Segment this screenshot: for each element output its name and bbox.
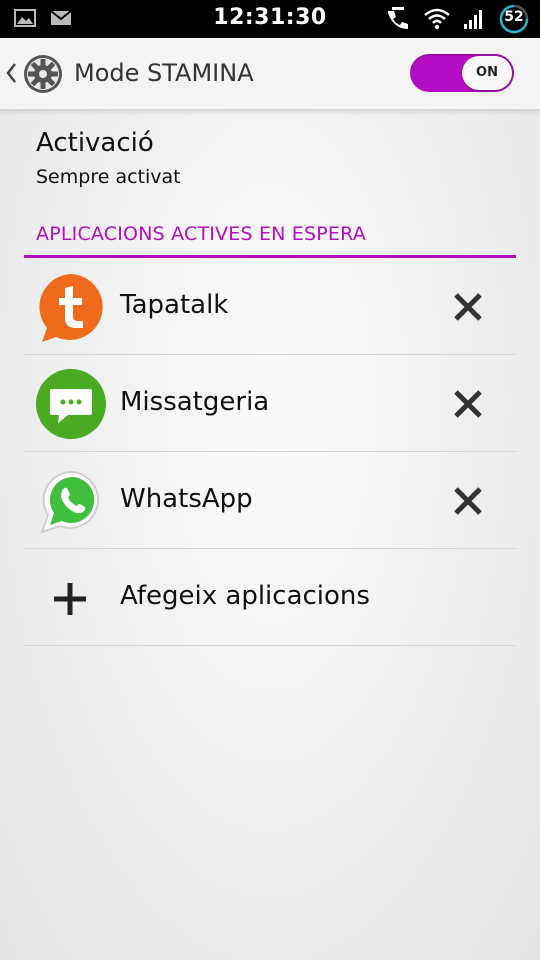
add-apps-label: Afegeix aplicacions — [120, 581, 370, 611]
back-caret-icon[interactable] — [5, 62, 17, 84]
list-item[interactable]: Tapatalk — [24, 258, 516, 355]
toggle-label: ON — [462, 56, 512, 90]
app-list: Tapatalk Missatgeria WhatsApp Afegeix ap… — [24, 258, 516, 646]
action-bar: Mode STAMINA ON — [0, 38, 540, 110]
battery-level: 52 — [504, 9, 524, 25]
battery-icon: 52 — [498, 4, 530, 34]
list-item[interactable]: WhatsApp — [24, 452, 516, 549]
remove-icon[interactable] — [448, 481, 488, 521]
app-name: WhatsApp — [120, 484, 253, 514]
remove-icon[interactable] — [448, 384, 488, 424]
section-header-label: APLICACIONS ACTIVES EN ESPERA — [36, 223, 366, 245]
status-bar: 12:31:30 52 — [0, 0, 540, 38]
plus-icon — [54, 583, 86, 615]
section-header: APLICACIONS ACTIVES EN ESPERA — [24, 220, 516, 258]
app-name: Tapatalk — [120, 290, 229, 320]
whatsapp-icon — [40, 470, 99, 534]
wifi-icon — [424, 8, 450, 30]
activation-title: Activació — [36, 128, 154, 158]
activation-setting[interactable]: Activació Sempre activat — [36, 128, 181, 188]
app-name: Missatgeria — [120, 387, 270, 417]
activation-value: Sempre activat — [36, 166, 181, 188]
messaging-icon — [36, 369, 106, 439]
phone-in-talk-icon — [388, 7, 408, 29]
signal-icon — [464, 10, 482, 29]
status-indicators: 52 — [384, 4, 530, 34]
page-title: Mode STAMINA — [74, 59, 254, 87]
add-apps-button[interactable]: Afegeix aplicacions — [24, 549, 516, 646]
tapatalk-icon — [39, 274, 103, 342]
remove-icon[interactable] — [448, 287, 488, 327]
list-item[interactable]: Missatgeria — [24, 355, 516, 452]
stamina-toggle[interactable]: ON — [410, 54, 514, 92]
gear-icon[interactable] — [22, 53, 64, 95]
